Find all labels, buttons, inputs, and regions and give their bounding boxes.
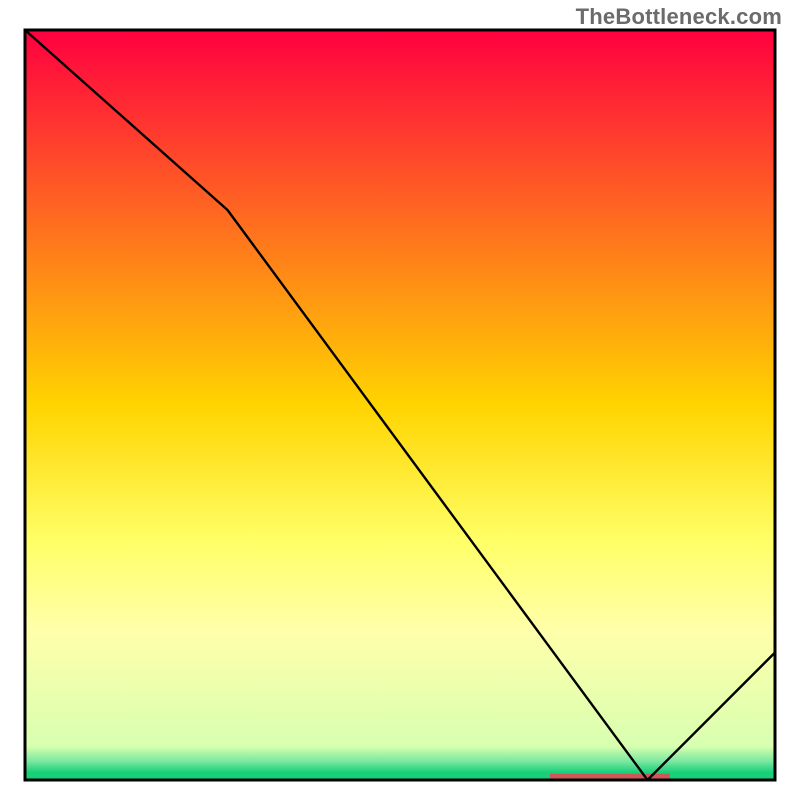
attribution-label: TheBottleneck.com bbox=[576, 4, 782, 30]
chart-svg bbox=[0, 0, 800, 800]
gradient-background bbox=[25, 30, 775, 780]
chart-container: TheBottleneck.com bbox=[0, 0, 800, 800]
